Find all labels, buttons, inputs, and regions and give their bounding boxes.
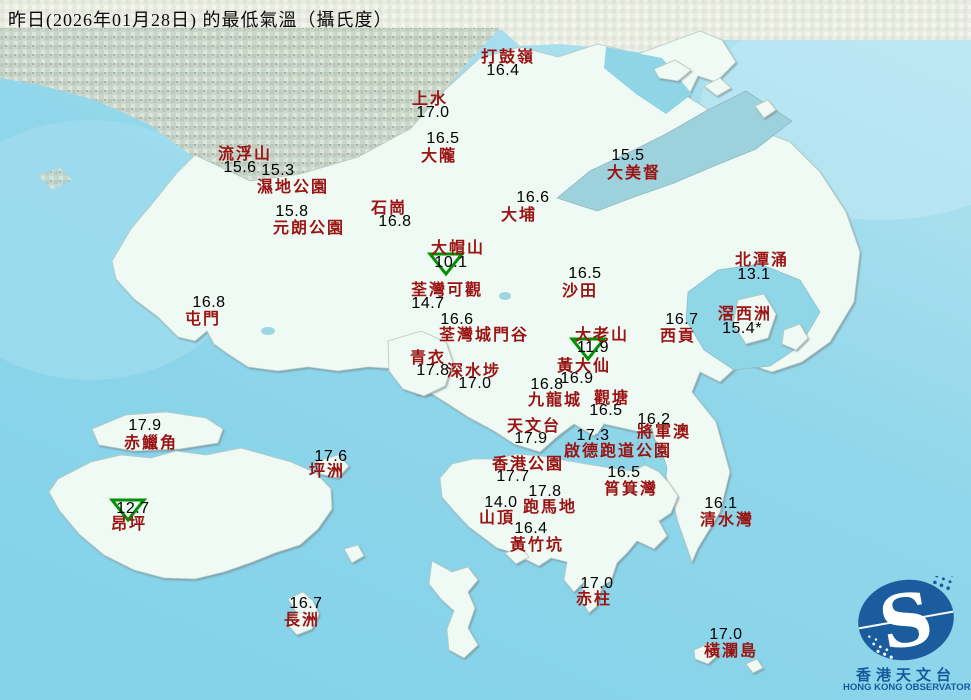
station-name: 上水 — [411, 91, 449, 108]
station-name: 石崗 — [370, 200, 408, 217]
station-name: 香港公園 — [491, 456, 565, 473]
station-name: 跑馬地 — [522, 499, 578, 516]
station-name: 大埔 — [500, 207, 538, 224]
station-name: 深水埗 — [446, 363, 502, 380]
station-name: 大美督 — [606, 165, 662, 182]
station-name: 屯門 — [184, 311, 222, 328]
station-name: 荃灣可觀 — [410, 282, 484, 299]
station-name: 大隴 — [420, 148, 458, 165]
station-name: 大帽山 — [430, 240, 486, 257]
station-name: 長洲 — [283, 612, 321, 629]
station-name: 清水灣 — [699, 512, 755, 529]
station-name: 滘西洲 — [717, 306, 773, 323]
station-name: 流浮山 — [217, 146, 273, 163]
logo-name-english: HONG KONG OBSERVATORY — [843, 682, 971, 693]
station-name: 黃竹坑 — [509, 537, 565, 554]
station-name: 坪洲 — [308, 463, 346, 480]
station-name: 山頂 — [478, 510, 516, 527]
station-name: 濕地公園 — [256, 179, 330, 196]
station-name: 筲箕灣 — [603, 481, 659, 498]
station-name: 九龍城 — [527, 392, 583, 409]
station-name: 打鼓嶺 — [480, 49, 536, 66]
station-name: 赤柱 — [575, 591, 613, 608]
station-name: 荃灣城門谷 — [438, 327, 530, 344]
station-name: 觀塘 — [593, 390, 631, 407]
station-name: 啟德跑道公園 — [563, 443, 673, 460]
station-name: 北潭涌 — [734, 252, 790, 269]
station-name: 天文台 — [506, 418, 562, 435]
station-name: 橫瀾島 — [703, 643, 759, 660]
hko-logo-emblem: S — [858, 576, 954, 664]
station-name: 昂坪 — [110, 516, 148, 533]
station-name: 沙田 — [561, 283, 599, 300]
station-labels-layer: 16.4 打鼓嶺 17.0 上水 16.5 大隴 15.6 流浮山 15.3 濕地公園 15.5 大美… — [0, 0, 971, 700]
hko-logo: S 香港天文台 HONG KONG OBSERVATORY — [843, 576, 971, 700]
station-name: 元朗公園 — [272, 220, 346, 237]
weather-map-screen: 昨日(2026年01月28日) 的最低氣溫（攝氏度） 16.4 打鼓嶺 17.0 上水… — [0, 0, 971, 700]
station-name: 西貢 — [659, 328, 697, 345]
station-name: 青衣 — [409, 350, 447, 367]
station-name: 大老山 — [574, 327, 630, 344]
station-name: 赤鱲角 — [123, 435, 179, 452]
station-name: 黃大仙 — [556, 358, 612, 375]
